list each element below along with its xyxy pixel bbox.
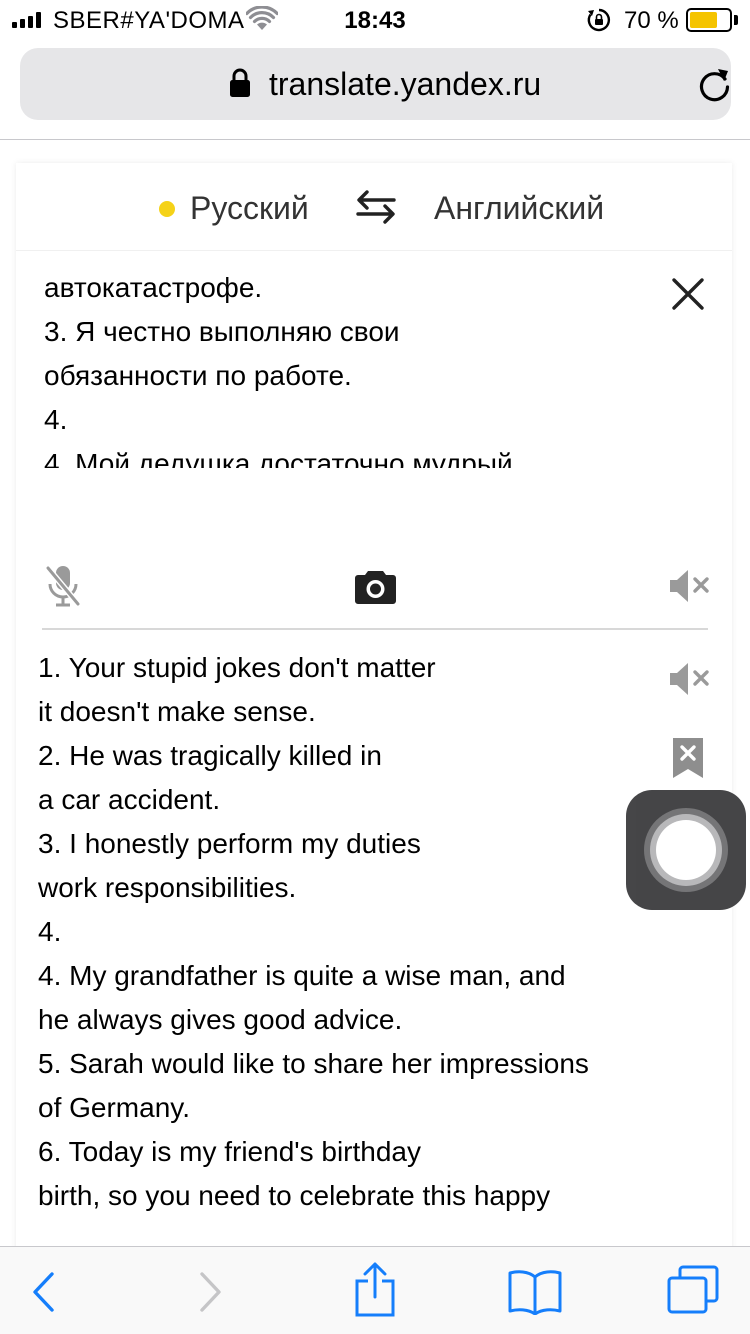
source-line: 3. Я честно выполняю свои [44, 316, 400, 347]
translation-line: he always gives good advice. [38, 1004, 403, 1035]
speaker-muted-icon[interactable] [668, 567, 710, 605]
translation-line: 6. Today is my friend's birthday [38, 1136, 422, 1167]
translation-line: work responsibilities. [38, 872, 297, 903]
source-line: обязанности по работе. [44, 360, 352, 391]
translation-line: 2. He was tragically killed in [38, 740, 382, 771]
translation-line: 4. [38, 916, 62, 947]
source-line: 4. [44, 404, 68, 435]
address-bar[interactable]: translate.yandex.ru [20, 48, 731, 120]
status-bar: SBER#YA'DOMA 18:43 70 % [0, 0, 750, 40]
translation-line: a car accident. [38, 784, 221, 815]
clear-text-icon[interactable] [670, 276, 706, 312]
translation-line: 1. Your stupid jokes don't matter [38, 652, 436, 683]
url-text: translate.yandex.ru [269, 66, 542, 102]
assistive-touch-button[interactable] [626, 790, 746, 910]
bookmark-remove-icon[interactable] [671, 738, 705, 778]
battery-percentage: 70 % [624, 7, 679, 34]
source-line: автокатастрофе. [44, 272, 263, 303]
translation-line: 5. Sarah would like to share her impress… [38, 1048, 589, 1079]
browser-bottom-toolbar [0, 1246, 750, 1334]
reload-icon[interactable] [698, 66, 732, 102]
translation-line: 4. My grandfather is quite a wise man, a… [38, 960, 566, 991]
translation-line: it doesn't make sense. [38, 696, 316, 727]
source-text-input[interactable]: автокатастрофе. 3. Я честно выполняю сво… [44, 266, 644, 468]
translation-speaker-muted-icon[interactable] [668, 660, 710, 698]
orientation-lock-icon [587, 8, 611, 32]
source-language-indicator [159, 201, 175, 217]
battery-tip [734, 15, 738, 25]
assistive-touch-center [656, 820, 716, 880]
padlock-icon [230, 68, 250, 97]
forward-icon[interactable] [198, 1271, 224, 1313]
translation-line: of Germany. [38, 1092, 190, 1123]
back-icon[interactable] [30, 1271, 56, 1313]
bookmarks-icon[interactable] [508, 1269, 562, 1315]
battery-level-fill [690, 12, 717, 28]
share-icon[interactable] [354, 1261, 396, 1317]
translation-line: 3. I honestly perform my duties [38, 828, 421, 859]
swap-languages-icon[interactable] [354, 189, 398, 225]
section-divider [42, 628, 708, 630]
toolbar-divider [0, 139, 750, 140]
translation-line: birth, so you need to celebrate this hap… [38, 1180, 551, 1211]
language-selector: Русский Английский [16, 163, 732, 251]
camera-icon[interactable] [354, 567, 397, 605]
tabs-icon[interactable] [666, 1265, 720, 1315]
microphone-off-icon[interactable] [44, 564, 82, 608]
target-language-button[interactable]: Английский [434, 190, 604, 227]
translation-output: 1. Your stupid jokes don't matter it doe… [38, 646, 648, 1218]
source-line: 4. Мой дедушка достаточно мудрый [44, 448, 513, 468]
source-language-button[interactable]: Русский [190, 190, 309, 227]
battery-icon [686, 8, 732, 32]
